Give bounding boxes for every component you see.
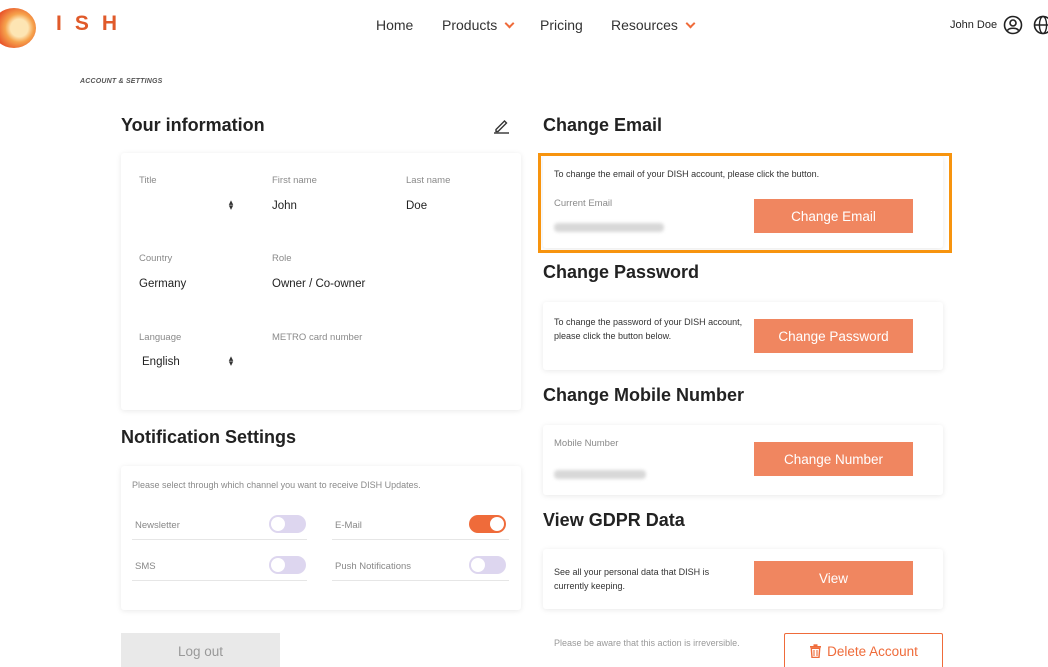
last-name-field[interactable]: Doe bbox=[406, 200, 427, 212]
nav-home[interactable]: Home bbox=[376, 17, 413, 33]
change-password-button[interactable]: Change Password bbox=[754, 319, 913, 353]
mobile-number-label: Mobile Number bbox=[554, 438, 619, 449]
nav-resources[interactable]: Resources bbox=[611, 17, 696, 33]
select-arrows-icon: ▴ ▾ bbox=[228, 197, 234, 212]
top-navigation-bar: ISH Home Products Pricing Resources John… bbox=[0, 0, 1048, 52]
push-notifications-toggle[interactable] bbox=[469, 556, 506, 574]
first-name-field[interactable]: John bbox=[272, 200, 297, 212]
change-mobile-title: Change Mobile Number bbox=[543, 385, 745, 405]
change-number-button[interactable]: Change Number bbox=[754, 442, 913, 476]
logout-button[interactable]: Log out bbox=[121, 633, 280, 667]
delete-warning: Please be aware that this action is irre… bbox=[554, 638, 740, 648]
role-field[interactable]: Owner / Co-owner bbox=[272, 278, 365, 290]
newsletter-toggle[interactable] bbox=[269, 515, 306, 533]
nav-resources-label: Resources bbox=[611, 17, 678, 33]
notification-label: Newsletter bbox=[135, 520, 180, 531]
language-value: English bbox=[142, 356, 180, 368]
delete-account-button[interactable]: Delete Account bbox=[784, 633, 943, 667]
user-name[interactable]: John Doe bbox=[950, 19, 997, 31]
view-gdpr-button[interactable]: View bbox=[754, 561, 913, 595]
nav-pricing[interactable]: Pricing bbox=[540, 17, 583, 33]
select-arrows-icon: ▴ ▾ bbox=[228, 353, 234, 368]
notification-row-email: E-Mail bbox=[332, 514, 509, 540]
delete-account-label: Delete Account bbox=[827, 643, 918, 659]
metro-card-label: METRO card number bbox=[272, 332, 363, 343]
first-name-label: First name bbox=[272, 175, 317, 186]
edit-pencil-icon[interactable] bbox=[493, 117, 510, 134]
trash-icon bbox=[810, 644, 822, 658]
notification-settings-card: Please select through which channel you … bbox=[121, 466, 521, 610]
notification-description: Please select through which channel you … bbox=[132, 480, 421, 490]
email-toggle[interactable] bbox=[469, 515, 506, 533]
notification-label: E-Mail bbox=[335, 520, 362, 531]
nav-products-label: Products bbox=[442, 17, 498, 33]
notification-row-sms: SMS bbox=[132, 555, 307, 581]
your-information-card: Title ▴ ▾ First name John Last name Doe C… bbox=[121, 153, 521, 410]
logo-mark bbox=[0, 8, 36, 48]
last-name-label: Last name bbox=[406, 175, 451, 186]
title-label: Title bbox=[139, 175, 157, 186]
user-circle-icon[interactable] bbox=[1003, 15, 1023, 35]
gdpr-description: See all your personal data that DISH is … bbox=[554, 567, 710, 591]
breadcrumb: ACCOUNT & SETTINGS bbox=[80, 78, 163, 85]
sms-toggle[interactable] bbox=[269, 556, 306, 574]
chevron-down-icon bbox=[685, 18, 696, 29]
change-password-description: To change the password of your DISH acco… bbox=[554, 317, 743, 341]
mobile-number-value-blurred bbox=[554, 470, 646, 479]
change-email-highlight bbox=[538, 153, 952, 253]
change-password-title: Change Password bbox=[543, 262, 700, 282]
notification-row-newsletter: Newsletter bbox=[132, 514, 307, 540]
logo-text: ISH bbox=[56, 12, 131, 35]
language-select[interactable]: English ▴ ▾ bbox=[139, 349, 239, 371]
your-information-title: Your information bbox=[121, 115, 265, 135]
notification-settings-title: Notification Settings bbox=[121, 427, 296, 447]
nav-products[interactable]: Products bbox=[442, 17, 515, 33]
notification-row-push: Push Notifications bbox=[332, 555, 509, 581]
dish-logo[interactable]: ISH bbox=[0, 6, 120, 48]
change-email-title: Change Email bbox=[543, 115, 663, 135]
language-label: Language bbox=[139, 332, 182, 343]
country-field[interactable]: Germany bbox=[139, 278, 186, 290]
chevron-down-icon bbox=[504, 18, 515, 29]
gdpr-title: View GDPR Data bbox=[543, 510, 685, 530]
globe-icon[interactable] bbox=[1033, 15, 1048, 35]
title-select[interactable]: ▴ ▾ bbox=[139, 193, 239, 215]
notification-label: Push Notifications bbox=[335, 561, 412, 572]
role-label: Role bbox=[272, 253, 292, 264]
notification-label: SMS bbox=[135, 561, 156, 572]
country-label: Country bbox=[139, 253, 173, 264]
